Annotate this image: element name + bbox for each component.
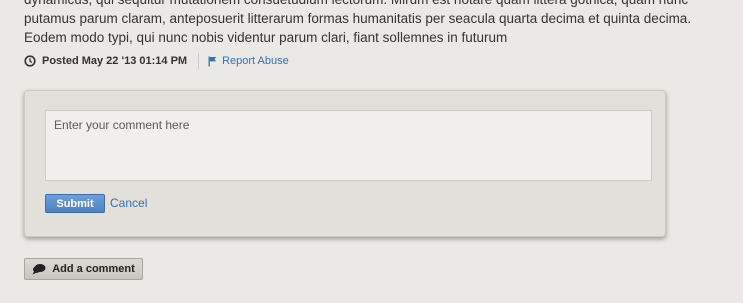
clock-icon <box>24 55 36 67</box>
posted-timestamp: Posted May 22 '13 01:14 PM <box>24 55 187 67</box>
posted-label: Posted May 22 '13 01:14 PM <box>42 55 188 67</box>
cancel-link[interactable]: Cancel <box>110 196 147 210</box>
report-abuse-link[interactable]: Report Abuse <box>208 55 289 67</box>
meta-divider <box>198 53 200 69</box>
comment-form: Submit Cancel <box>24 90 666 237</box>
flag-icon <box>208 56 217 66</box>
report-abuse-label: Report Abuse <box>222 55 289 67</box>
submit-button[interactable]: Submit <box>45 194 105 213</box>
add-comment-label: Add a comment <box>52 263 135 275</box>
comment-input[interactable] <box>45 110 652 181</box>
post-body-line: dynamicus, qui sequitur mutationem consu… <box>24 0 724 9</box>
post-meta: Posted May 22 '13 01:14 PM Report Abuse <box>24 52 289 70</box>
post-body: dynamicus, qui sequitur mutationem consu… <box>24 0 724 47</box>
post-body-line: Eodem modo typi, qui nunc nobis videntur… <box>24 30 508 45</box>
post-body-line: putamus parum claram, anteposuerit litte… <box>24 11 692 26</box>
add-comment-button[interactable]: Add a comment <box>24 258 143 280</box>
speech-bubble-icon <box>32 264 46 275</box>
